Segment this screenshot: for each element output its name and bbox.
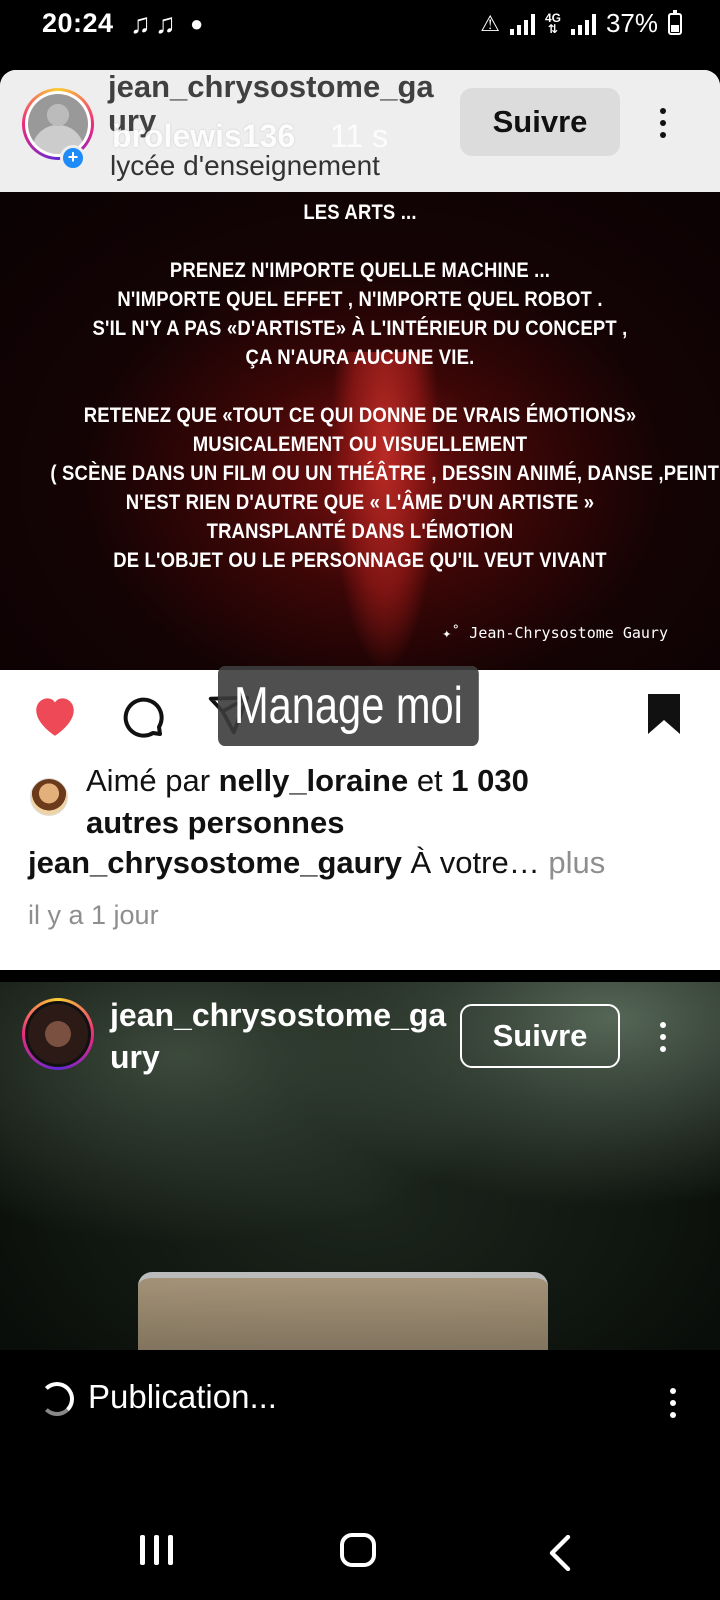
post-card-2: jean_chrysostome_ga ury Suivre bbox=[0, 982, 720, 1350]
quote-line: N'EST RIEN D'AUTRE QUE « L'ÂME D'UN ARTI… bbox=[125, 490, 595, 514]
quote-line: TRANSPLANTÉ DANS L'ÉMOTION bbox=[206, 519, 514, 543]
candle-jar bbox=[138, 1272, 548, 1350]
publishing-status-bar: Publication... bbox=[0, 1350, 720, 1455]
likes-count[interactable]: 1 030 bbox=[451, 763, 529, 798]
quote-line: MUSICALEMENT OU VISUELLEMENT bbox=[192, 432, 528, 456]
signal-icon-2 bbox=[570, 13, 596, 35]
quote-line: ( SCÈNE DANS UN FILM OU UN THÉÂTRE , DES… bbox=[50, 461, 720, 485]
avatar[interactable] bbox=[22, 998, 94, 1070]
post-header: + jean_chrysostome_ga ury brolewis136 11… bbox=[0, 70, 720, 192]
caption-username[interactable]: jean_chrysostome_gaury bbox=[28, 845, 402, 880]
follow-button[interactable]: Suivre bbox=[460, 88, 620, 156]
caption-text: À votre… bbox=[401, 845, 540, 880]
post-card: + jean_chrysostome_ga ury brolewis136 11… bbox=[0, 70, 720, 970]
profile-photo bbox=[28, 1004, 88, 1064]
status-time: 20:24 bbox=[42, 8, 114, 38]
toast-message: Manage moi bbox=[218, 666, 479, 746]
publishing-label: Publication... bbox=[88, 1378, 277, 1415]
quote-line: N'IMPORTE QUEL EFFET , N'IMPORTE QUEL RO… bbox=[117, 287, 603, 311]
comment-icon[interactable] bbox=[118, 692, 166, 740]
quote-line: S'IL N'Y A PAS «D'ARTISTE» À L'INTÉRIEUR… bbox=[92, 316, 628, 340]
data-saver-icon: ⚠ bbox=[480, 10, 500, 36]
caption-more-link[interactable]: plus bbox=[540, 845, 605, 880]
back-icon[interactable] bbox=[548, 1535, 572, 1571]
likes-others[interactable]: autres personnes bbox=[86, 805, 344, 840]
network-type: 4G ⇅ bbox=[544, 10, 561, 36]
more-options-icon[interactable] bbox=[648, 1012, 678, 1062]
post-username[interactable]: jean_chrysostome_ga bbox=[108, 70, 434, 104]
quote-line: PRENEZ N'IMPORTE QUELLE MACHINE ... bbox=[169, 258, 551, 282]
quote-gap bbox=[50, 227, 669, 256]
add-story-icon[interactable]: + bbox=[60, 145, 86, 171]
battery-icon bbox=[668, 9, 682, 35]
more-options-icon[interactable] bbox=[648, 98, 678, 148]
music-note-icon: ♫ bbox=[155, 8, 176, 39]
quote-line: ÇA N'AURA AUCUNE VIE. bbox=[245, 345, 475, 369]
liker-avatar[interactable] bbox=[30, 778, 68, 816]
username-line: jean_chrysostome_ga bbox=[110, 997, 447, 1033]
quote-line: DE L'OBJET OU LE PERSONNAGE QU'IL VEUT V… bbox=[113, 548, 607, 572]
post-username[interactable]: jean_chrysostome_ga ury bbox=[110, 994, 446, 1078]
image-signature: ✦˚ Jean-Chrysostome Gaury bbox=[442, 624, 668, 642]
battery-percent: 37% bbox=[605, 8, 658, 38]
home-icon[interactable] bbox=[340, 1533, 376, 1567]
quote-text: LES ARTS ... PRENEZ N'IMPORTE QUELLE MAC… bbox=[50, 198, 720, 575]
heart-icon[interactable] bbox=[30, 692, 80, 738]
status-bar: 20:24 ♫ ♫ ● ⚠ 4G ⇅ 37% bbox=[0, 0, 720, 48]
quote-line: RETENEZ QUE «TOUT CE QUI DONNE DE VRAIS … bbox=[83, 403, 637, 427]
post-caption[interactable]: jean_chrysostome_gaury À votre… plus bbox=[28, 845, 605, 881]
post-date: il y a 1 jour bbox=[28, 900, 159, 930]
signal-icon bbox=[509, 13, 535, 35]
quote-line: LES ARTS ... bbox=[303, 200, 417, 224]
notification-icons: ♫ ♫ ● bbox=[130, 8, 203, 40]
follow-button[interactable]: Suivre bbox=[460, 1004, 620, 1068]
likes-text[interactable]: Aimé par nelly_loraine et 1 030 autres pe… bbox=[86, 760, 529, 844]
post-image[interactable]: LES ARTS ... PRENEZ N'IMPORTE QUELLE MAC… bbox=[0, 192, 720, 670]
quote-gap bbox=[50, 372, 669, 401]
bookmark-icon[interactable] bbox=[644, 692, 684, 736]
music-note-icon: ♫ bbox=[130, 8, 151, 39]
likes-conjunction: et bbox=[408, 763, 452, 798]
system-navigation-bar bbox=[0, 1455, 720, 1600]
liker-username[interactable]: nelly_loraine bbox=[219, 763, 409, 798]
post-subtitle[interactable]: lycée d'enseignement bbox=[110, 150, 380, 182]
more-options-icon[interactable] bbox=[658, 1378, 688, 1428]
likes-prefix: Aimé par bbox=[86, 763, 219, 798]
spinner-icon bbox=[40, 1382, 74, 1416]
username-line: ury bbox=[110, 1039, 160, 1075]
profile-placeholder-icon bbox=[28, 94, 88, 154]
more-notifications-dot: ● bbox=[190, 11, 204, 36]
recent-apps-icon[interactable] bbox=[140, 1535, 173, 1565]
status-indicators: ⚠ 4G ⇅ 37% bbox=[480, 8, 682, 39]
